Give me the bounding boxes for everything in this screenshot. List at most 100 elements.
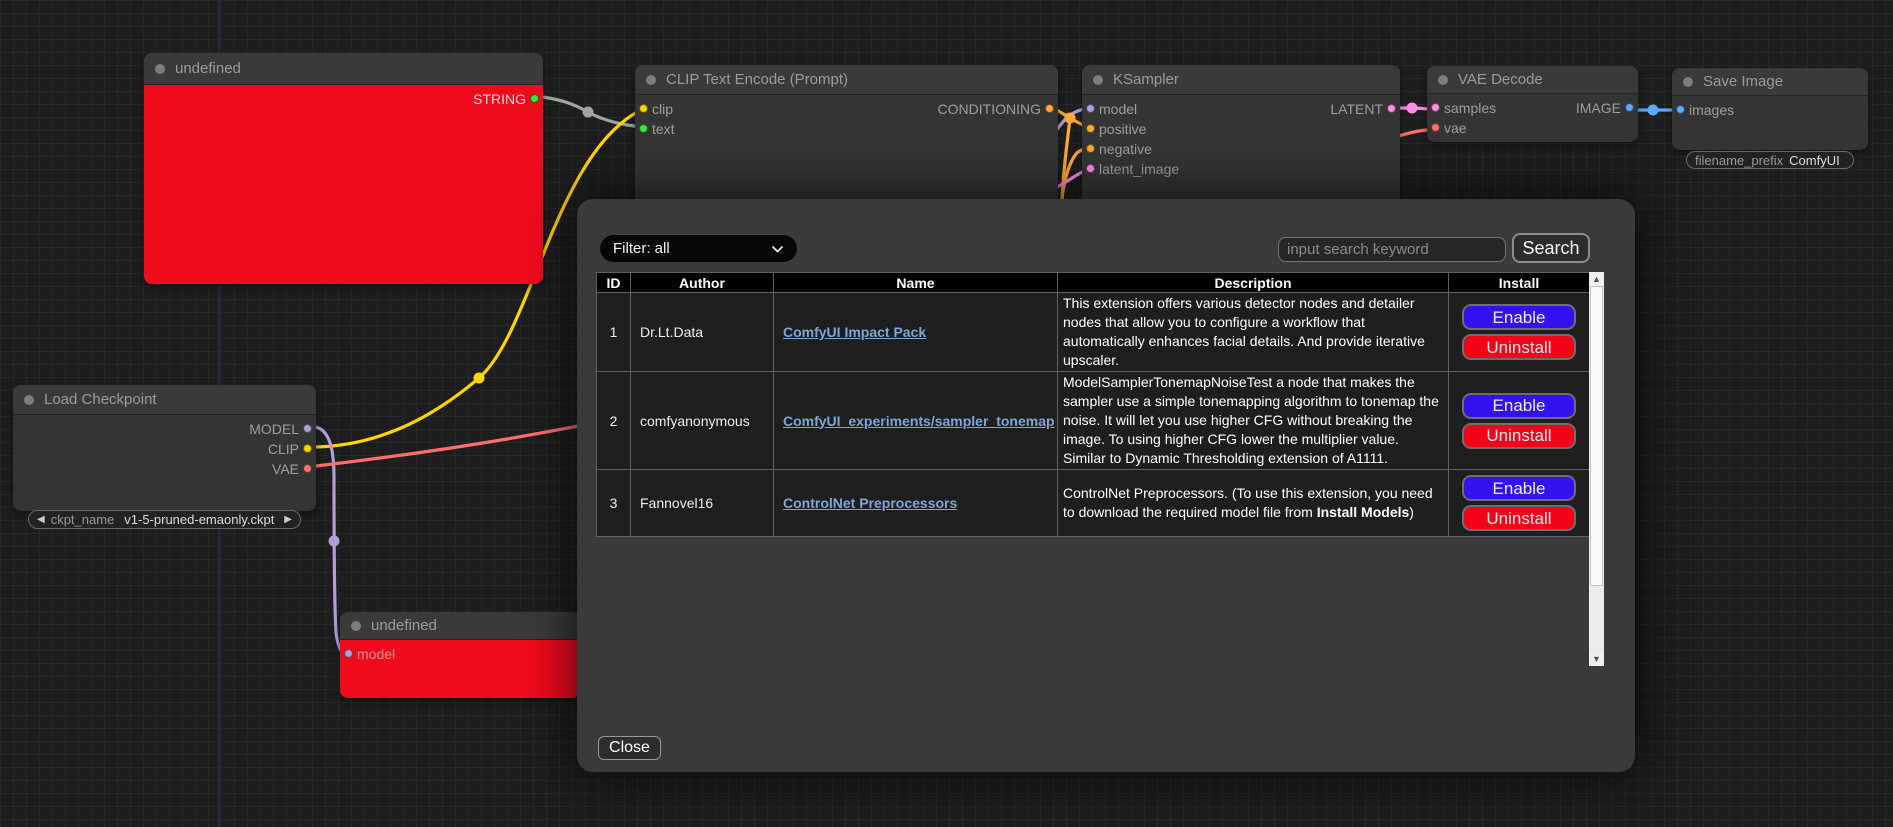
enable-button[interactable]: Enable xyxy=(1462,393,1576,419)
filter-select[interactable]: Filter: all xyxy=(600,235,797,262)
reroute-dot[interactable] xyxy=(329,536,340,547)
extension-author: comfyanonymous xyxy=(631,372,774,470)
slot-dot-text-input[interactable] xyxy=(639,124,648,133)
reroute-dot[interactable] xyxy=(474,373,485,384)
reroute-dot[interactable] xyxy=(1407,103,1418,114)
uninstall-button[interactable]: Uninstall xyxy=(1462,423,1576,449)
extension-author: Dr.Lt.Data xyxy=(631,293,774,372)
slot-dot-vae-input[interactable] xyxy=(1431,123,1440,132)
output-label-model: MODEL xyxy=(249,421,299,437)
output-label-string: STRING xyxy=(473,91,526,107)
extension-id: 1 xyxy=(597,293,631,372)
node-title-dot-icon xyxy=(351,621,361,631)
extension-table: ID Author Name Description Install 1Dr.L… xyxy=(596,272,1589,537)
slot-dot-conditioning-output[interactable] xyxy=(1045,104,1054,113)
reroute-dot[interactable] xyxy=(1065,113,1076,124)
slot-dot-negative-input[interactable] xyxy=(1086,144,1095,153)
slot-dot-images-input[interactable] xyxy=(1676,105,1685,114)
input-label-positive: positive xyxy=(1099,121,1146,137)
arrow-right-icon[interactable]: ▶ xyxy=(284,515,292,525)
node-title-dot-icon xyxy=(155,64,165,74)
slot-dot-image-output[interactable] xyxy=(1625,103,1634,112)
node-clip-text-encode[interactable]: CLIP Text Encode (Prompt) clip CONDITION… xyxy=(635,65,1058,205)
slot-dot-vae-output[interactable] xyxy=(303,464,312,473)
node-header[interactable]: VAE Decode xyxy=(1427,66,1638,94)
output-label-clip: CLIP xyxy=(268,441,299,457)
node-header[interactable]: Load Checkpoint xyxy=(13,385,316,415)
slot-dot-model-input[interactable] xyxy=(1086,104,1095,113)
enable-button[interactable]: Enable xyxy=(1462,475,1576,501)
node-title: Load Checkpoint xyxy=(44,391,157,408)
input-label-clip: clip xyxy=(652,101,673,117)
search-input[interactable] xyxy=(1278,237,1506,262)
extension-link[interactable]: ComfyUI Impact Pack xyxy=(783,324,926,340)
node-title-dot-icon xyxy=(1683,77,1693,87)
filename-prefix-widget[interactable]: filename_prefix ComfyUI xyxy=(1686,151,1854,169)
filter-select-value: Filter: all xyxy=(613,240,670,257)
output-label-conditioning: CONDITIONING xyxy=(938,101,1041,117)
slot-dot-clip-input[interactable] xyxy=(639,104,648,113)
chevron-down-icon xyxy=(771,245,784,253)
extension-install-actions: Enable Uninstall xyxy=(1449,470,1590,537)
table-row: 3Fannovel16ControlNet PreprocessorsContr… xyxy=(597,470,1590,537)
output-label-image: IMAGE xyxy=(1576,100,1621,116)
column-header-description: Description xyxy=(1058,273,1449,293)
widget-value: ComfyUI xyxy=(1789,153,1850,168)
uninstall-button[interactable]: Uninstall xyxy=(1462,505,1576,531)
extension-id: 2 xyxy=(597,372,631,470)
node-header[interactable]: KSampler xyxy=(1082,65,1400,95)
slot-dot-model-output[interactable] xyxy=(303,424,312,433)
input-label-model: model xyxy=(357,646,395,662)
extension-author: Fannovel16 xyxy=(631,470,774,537)
node-title-dot-icon xyxy=(646,75,656,85)
scrollbar-thumb[interactable] xyxy=(1590,286,1603,586)
extension-manager-dialog: Filter: all Search ID Author Name Descri… xyxy=(577,199,1635,772)
node-title-dot-icon xyxy=(1438,75,1448,85)
slot-dot-samples-input[interactable] xyxy=(1431,103,1440,112)
input-label-samples: samples xyxy=(1444,100,1496,116)
column-header-name: Name xyxy=(774,273,1058,293)
arrow-left-icon[interactable]: ◀ xyxy=(37,515,45,525)
extension-install-actions: Enable Uninstall xyxy=(1449,293,1590,372)
input-label-latent-image: latent_image xyxy=(1099,161,1179,177)
widget-label: filename_prefix xyxy=(1695,153,1783,168)
enable-button[interactable]: Enable xyxy=(1462,304,1576,330)
node-load-checkpoint[interactable]: Load Checkpoint MODEL CLIP VAE ◀ ckpt_na… xyxy=(13,385,316,511)
slot-dot-latent-image-input[interactable] xyxy=(1086,164,1095,173)
node-title: undefined xyxy=(371,617,437,634)
close-button[interactable]: Close xyxy=(598,736,661,760)
table-row: 1Dr.Lt.DataComfyUI Impact PackThis exten… xyxy=(597,293,1590,372)
node-header[interactable]: undefined xyxy=(340,612,580,640)
node-header[interactable]: undefined xyxy=(144,53,543,85)
table-scrollbar[interactable]: ▲ ▼ xyxy=(1589,272,1604,666)
extension-description: ModelSamplerTonemapNoiseTest a node that… xyxy=(1058,372,1449,470)
slot-dot-string-output[interactable] xyxy=(530,94,539,103)
node-title: VAE Decode xyxy=(1458,71,1543,88)
node-vae-decode[interactable]: VAE Decode samples IMAGE vae xyxy=(1427,66,1638,142)
node-header[interactable]: CLIP Text Encode (Prompt) xyxy=(635,65,1058,95)
uninstall-button[interactable]: Uninstall xyxy=(1462,334,1576,360)
node-header[interactable]: Save Image xyxy=(1672,68,1868,96)
output-label-vae: VAE xyxy=(272,461,299,477)
slot-dot-clip-output[interactable] xyxy=(303,444,312,453)
node-graph-canvas[interactable]: undefined STRING CLIP Text Encode (Promp… xyxy=(0,0,1893,827)
reroute-dot[interactable] xyxy=(1648,105,1659,116)
node-undefined-string[interactable]: undefined STRING xyxy=(144,53,543,284)
slot-dot-model-input[interactable] xyxy=(344,649,353,658)
node-undefined-model[interactable]: undefined model xyxy=(340,612,580,698)
extension-name: ComfyUI Impact Pack xyxy=(774,293,1058,372)
scroll-down-icon[interactable]: ▼ xyxy=(1589,652,1604,666)
scroll-up-icon[interactable]: ▲ xyxy=(1589,272,1604,286)
node-ksampler[interactable]: KSampler model LATENT positive negative … xyxy=(1082,65,1400,205)
slot-dot-latent-output[interactable] xyxy=(1387,104,1396,113)
reroute-dot[interactable] xyxy=(583,107,594,118)
extension-link[interactable]: ControlNet Preprocessors xyxy=(783,495,957,511)
extension-install-actions: Enable Uninstall xyxy=(1449,372,1590,470)
search-button[interactable]: Search xyxy=(1512,233,1590,263)
extension-link[interactable]: ComfyUI_experiments/sampler_tonemap xyxy=(783,413,1055,429)
slot-dot-positive-input[interactable] xyxy=(1086,124,1095,133)
node-save-image[interactable]: Save Image images filename_prefix ComfyU… xyxy=(1672,68,1868,150)
input-label-model: model xyxy=(1099,101,1137,117)
ckpt-name-widget[interactable]: ◀ ckpt_name v1-5-pruned-emaonly.ckpt ▶ xyxy=(28,510,301,529)
input-label-text: text xyxy=(652,121,675,137)
